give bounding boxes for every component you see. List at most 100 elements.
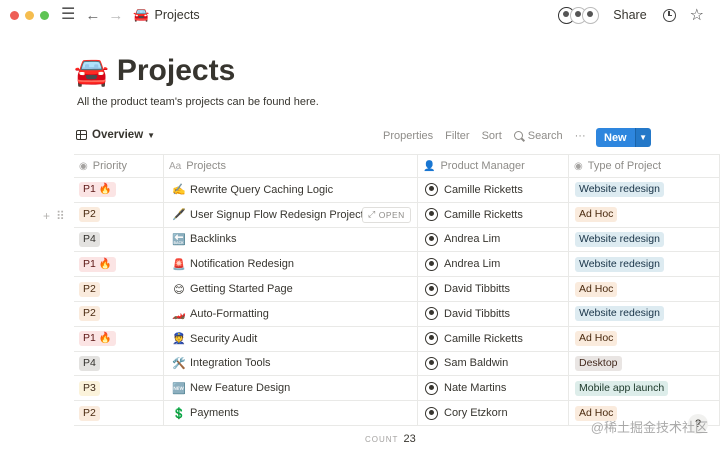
table-row[interactable]: P4 🔙 Backlinks Andrea Lim Website redesign <box>74 227 720 253</box>
priority-cell[interactable]: P2 <box>74 277 164 301</box>
manager-name: Andrea Lim <box>444 233 501 246</box>
count-footer: COUNT 23 <box>365 433 416 445</box>
priority-cell[interactable]: P4 <box>74 227 164 252</box>
project-cell[interactable]: 🚨 Notification Redesign <box>164 252 418 277</box>
manager-name: Sam Baldwin <box>444 357 509 370</box>
manager-cell[interactable]: Andrea Lim <box>418 252 569 277</box>
type-cell[interactable]: Ad Hoc <box>569 202 720 227</box>
priority-tag: P2 <box>79 281 100 297</box>
table-row[interactable]: P1 🔥 🚨 Notification Redesign Andrea Lim Webs… <box>74 252 720 278</box>
priority-cell[interactable]: P1 🔥 <box>74 326 164 351</box>
project-name[interactable]: New Feature Design <box>190 382 290 394</box>
properties-button[interactable]: Properties <box>383 130 433 142</box>
project-cell[interactable]: 💲 Payments <box>164 401 418 425</box>
back-arrow-icon[interactable]: ← <box>85 8 100 23</box>
manager-cell[interactable]: Camille Ricketts <box>418 178 569 202</box>
person-property-icon: 👤 <box>423 160 436 172</box>
new-button-group[interactable]: New ▼ <box>596 128 651 147</box>
type-cell[interactable]: Ad Hoc <box>569 277 720 301</box>
project-cell[interactable]: 🔙 Backlinks <box>164 227 418 252</box>
new-button[interactable]: New <box>596 128 635 147</box>
column-header-product-manager[interactable]: 👤 Product Manager <box>418 155 569 177</box>
type-cell[interactable]: Desktop <box>569 351 720 376</box>
row-handle[interactable]: + ⠿ <box>43 209 65 223</box>
close-window-button[interactable] <box>10 10 19 20</box>
manager-cell[interactable]: Nate Martins <box>418 376 569 401</box>
table-row[interactable]: P1 🔥 👮 Security Audit Camille Ricketts Ad Ho… <box>74 326 720 352</box>
manager-name: Cory Etzkorn <box>444 407 508 420</box>
share-button[interactable]: Share <box>613 8 646 22</box>
project-cell[interactable]: 🛠️ Integration Tools <box>164 351 418 376</box>
project-name[interactable]: Integration Tools <box>190 357 271 369</box>
page-car-icon[interactable]: 🚘 <box>74 55 109 88</box>
table-row[interactable]: P2 🏎️ Auto-Formatting David Tibbitts Website… <box>74 301 720 327</box>
table-row[interactable]: P3 🆕 New Feature Design Nate Martins Mobile … <box>74 376 720 402</box>
project-name[interactable]: Auto-Formatting <box>190 308 269 320</box>
column-header-type[interactable]: ◉ Type of Project <box>569 155 720 177</box>
expand-icon: ⤢ <box>368 209 376 220</box>
type-cell[interactable]: Mobile app launch <box>569 376 720 401</box>
minimize-window-button[interactable] <box>25 10 34 20</box>
forward-arrow-icon[interactable]: → <box>108 8 123 23</box>
updates-clock-icon[interactable] <box>662 8 676 22</box>
project-name[interactable]: Backlinks <box>190 233 236 245</box>
breadcrumb[interactable]: 🚘 Projects <box>133 7 199 23</box>
project-cell[interactable]: 🆕 New Feature Design <box>164 376 418 401</box>
project-name[interactable]: User Signup Flow Redesign Project <box>190 209 364 221</box>
project-cell[interactable]: 🖋️ User Signup Flow Redesign Project ⤢ OPEN <box>164 202 418 227</box>
favorite-star-icon[interactable]: ☆ <box>690 5 704 25</box>
project-name[interactable]: Notification Redesign <box>190 258 294 270</box>
type-cell[interactable]: Website redesign <box>569 178 720 202</box>
manager-cell[interactable]: David Tibbitts <box>418 301 569 326</box>
priority-cell[interactable]: P3 <box>74 376 164 401</box>
project-cell[interactable]: 😊 Getting Started Page <box>164 277 418 301</box>
project-name[interactable]: Security Audit <box>190 333 257 345</box>
open-label: OPEN <box>378 209 405 220</box>
priority-cell[interactable]: P4 <box>74 351 164 376</box>
project-cell[interactable]: ✍️ Rewrite Query Caching Logic <box>164 178 418 202</box>
project-cell[interactable]: 🏎️ Auto-Formatting <box>164 301 418 326</box>
project-icon: 👮 <box>172 333 186 346</box>
open-page-button[interactable]: ⤢ OPEN <box>362 206 411 223</box>
manager-cell[interactable]: Andrea Lim <box>418 227 569 252</box>
table-row[interactable]: P2 😊 Getting Started Page David Tibbitts Ad … <box>74 277 720 302</box>
page-title-text: Projects <box>116 54 236 87</box>
table-row[interactable]: P4 🛠️ Integration Tools Sam Baldwin Desktop <box>74 351 720 377</box>
priority-cell[interactable]: P2 <box>74 202 164 227</box>
avatar[interactable] <box>582 6 600 24</box>
project-name[interactable]: Rewrite Query Caching Logic <box>190 184 333 196</box>
drag-handle-icon[interactable]: ⠿ <box>56 209 65 223</box>
view-selector[interactable]: Overview ▼ <box>76 129 155 141</box>
sidebar-toggle-icon[interactable]: ☰ <box>61 7 75 23</box>
filter-button[interactable]: Filter <box>445 130 469 142</box>
new-dropdown-chevron-icon[interactable]: ▼ <box>634 128 651 147</box>
table-row[interactable]: P1 🔥 ✍️ Rewrite Query Caching Logic Camille… <box>74 178 720 203</box>
sort-button[interactable]: Sort <box>482 130 502 142</box>
maximize-window-button[interactable] <box>40 10 49 20</box>
project-name[interactable]: Getting Started Page <box>190 283 293 295</box>
project-cell[interactable]: 👮 Security Audit <box>164 326 418 351</box>
priority-cell[interactable]: P2 <box>74 401 164 425</box>
manager-cell[interactable]: Camille Ricketts <box>418 202 569 227</box>
search-button[interactable]: Search <box>513 130 563 142</box>
manager-cell[interactable]: Cory Etzkorn <box>418 401 569 425</box>
project-name[interactable]: Payments <box>190 407 239 419</box>
column-header-priority[interactable]: ◉ Priority <box>74 155 164 177</box>
type-cell[interactable]: Website redesign <box>569 301 720 326</box>
add-row-icon[interactable]: + <box>43 209 50 223</box>
type-cell[interactable]: Website redesign <box>569 227 720 252</box>
collaborator-avatars[interactable] <box>558 6 600 24</box>
table-row[interactable]: P2 🖋️ User Signup Flow Redesign Project ⤢ OP… <box>74 202 720 228</box>
manager-cell[interactable]: Sam Baldwin <box>418 351 569 376</box>
column-header-projects[interactable]: Aa Projects <box>164 155 418 177</box>
priority-cell[interactable]: P1 🔥 <box>74 178 164 202</box>
priority-cell[interactable]: P1 🔥 <box>74 252 164 277</box>
type-cell[interactable]: Ad Hoc <box>569 326 720 351</box>
more-options-icon[interactable]: ··· <box>575 130 586 142</box>
priority-tag: P2 <box>79 207 100 223</box>
page-title[interactable]: 🚘 Projects <box>74 54 235 88</box>
manager-cell[interactable]: Camille Ricketts <box>418 326 569 351</box>
type-cell[interactable]: Website redesign <box>569 252 720 277</box>
priority-cell[interactable]: P2 <box>74 301 164 326</box>
manager-cell[interactable]: David Tibbitts <box>418 277 569 301</box>
